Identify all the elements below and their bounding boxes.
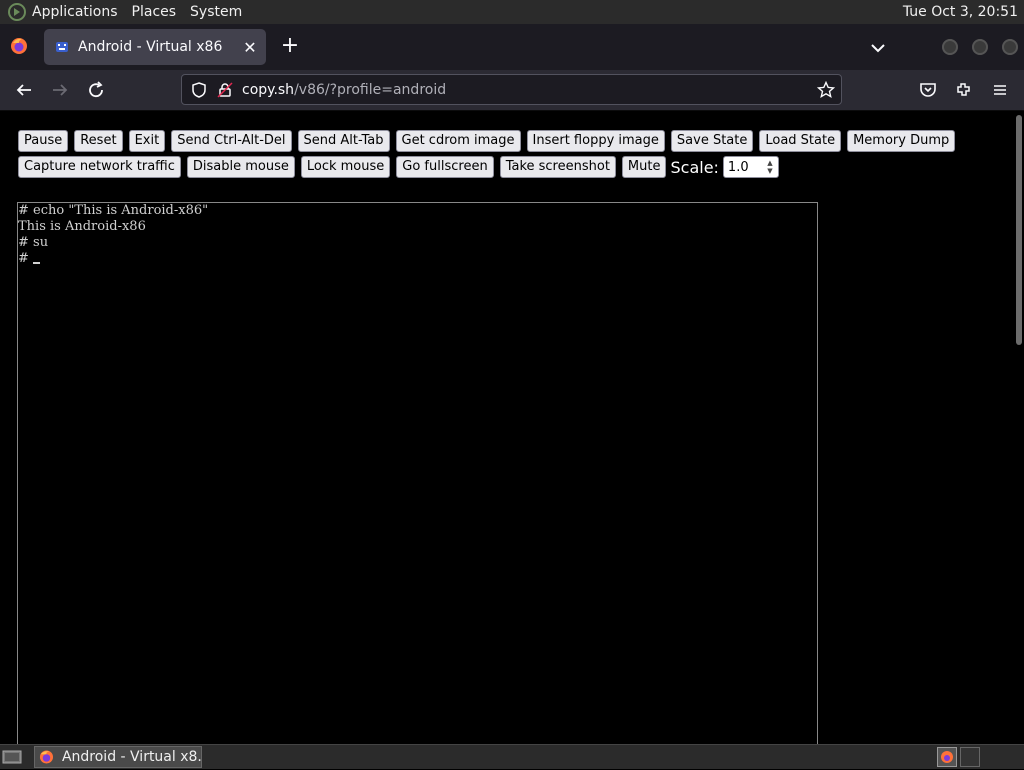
extensions-button[interactable] bbox=[952, 78, 976, 102]
address-bar[interactable]: copy.sh/v86/?profile=android bbox=[181, 74, 842, 105]
distro-logo-icon[interactable] bbox=[8, 3, 26, 21]
bottom-taskbar: Android - Virtual x8... bbox=[0, 744, 1024, 769]
terminal-prompt: # bbox=[18, 251, 34, 266]
terminal-line: # su bbox=[18, 235, 49, 250]
window-maximize-button[interactable] bbox=[972, 39, 988, 55]
emulator-controls: Pause Reset Exit Send Ctrl-Alt-Del Send … bbox=[18, 129, 1008, 181]
capture-network-traffic-button[interactable]: Capture network traffic bbox=[18, 156, 181, 178]
load-state-button[interactable]: Load State bbox=[759, 130, 842, 152]
firefox-mini-icon bbox=[941, 751, 953, 763]
disable-mouse-button[interactable]: Disable mouse bbox=[186, 156, 295, 178]
back-arrow-icon bbox=[16, 84, 31, 96]
window-close-button[interactable] bbox=[1002, 39, 1018, 55]
show-desktop-icon[interactable] bbox=[2, 749, 22, 765]
get-cdrom-image-button[interactable]: Get cdrom image bbox=[395, 130, 521, 152]
list-all-tabs-icon[interactable] bbox=[868, 38, 888, 58]
applications-menu[interactable]: Applications bbox=[32, 4, 118, 20]
save-state-button[interactable]: Save State bbox=[670, 130, 754, 152]
scrollbar-thumb[interactable] bbox=[1016, 115, 1022, 345]
page-scrollbar[interactable] bbox=[1014, 111, 1024, 744]
system-menu[interactable]: System bbox=[190, 4, 242, 20]
memory-dump-button[interactable]: Memory Dump bbox=[847, 130, 956, 152]
take-screenshot-button[interactable]: Take screenshot bbox=[499, 156, 616, 178]
lock-mouse-button[interactable]: Lock mouse bbox=[300, 156, 391, 178]
firefox-icon bbox=[39, 750, 54, 764]
tracking-protection-shield-icon[interactable] bbox=[190, 81, 208, 99]
pause-button[interactable]: Pause bbox=[18, 130, 69, 152]
pocket-button[interactable] bbox=[916, 78, 940, 102]
taskbar-window-button[interactable]: Android - Virtual x8... bbox=[34, 746, 202, 768]
new-tab-button[interactable]: + bbox=[278, 35, 302, 59]
go-fullscreen-button[interactable]: Go fullscreen bbox=[396, 156, 494, 178]
controls-row-1: Pause Reset Exit Send Ctrl-Alt-Del Send … bbox=[18, 129, 1008, 153]
clock[interactable]: Tue Oct 3, 20:51 bbox=[903, 4, 1018, 20]
url-path: /v86/?profile=android bbox=[294, 81, 447, 98]
hamburger-menu-icon bbox=[994, 85, 1006, 95]
reload-button[interactable] bbox=[84, 78, 108, 102]
taskbar-window-label: Android - Virtual x8... bbox=[61, 749, 201, 765]
tab-title: Android - Virtual x86 bbox=[78, 39, 223, 55]
terminal-line: This is Android-x86 bbox=[18, 219, 146, 234]
page-content: Pause Reset Exit Send Ctrl-Alt-Del Send … bbox=[0, 111, 1014, 762]
send-ctrl-alt-del-button[interactable]: Send Ctrl-Alt-Del bbox=[171, 130, 292, 152]
pocket-icon bbox=[920, 83, 936, 97]
scale-value: 1.0 bbox=[727, 159, 749, 175]
terminal-line: # echo "This is Android-x86" bbox=[18, 203, 209, 218]
places-menu[interactable]: Places bbox=[132, 4, 177, 20]
navigation-toolbar: copy.sh/v86/?profile=android bbox=[0, 70, 1024, 111]
scale-input[interactable]: 1.0 ▲ ▼ bbox=[722, 156, 779, 178]
scale-spinner-icon[interactable]: ▲ ▼ bbox=[764, 159, 776, 175]
terminal-prompt-line: # bbox=[18, 251, 817, 267]
reset-button[interactable]: Reset bbox=[74, 130, 123, 152]
forward-button[interactable] bbox=[48, 78, 72, 102]
bookmark-star-icon[interactable] bbox=[817, 81, 835, 99]
url-host: copy.sh bbox=[242, 81, 295, 98]
forward-arrow-icon bbox=[53, 84, 68, 96]
tab-android-virtual-x86[interactable]: Android - Virtual x86 ✕ bbox=[44, 29, 266, 65]
tab-close-icon[interactable]: ✕ bbox=[238, 38, 262, 57]
mute-button[interactable]: Mute bbox=[621, 156, 667, 178]
workspace-1-button[interactable] bbox=[937, 747, 957, 767]
terminal-cursor bbox=[33, 262, 41, 264]
puzzle-piece-icon bbox=[957, 83, 970, 96]
emulator-screen[interactable]: # echo "This is Android-x86" This is And… bbox=[17, 202, 818, 762]
app-menu-button[interactable] bbox=[988, 78, 1012, 102]
controls-row-2: Capture network traffic Disable mouse Lo… bbox=[18, 155, 1008, 179]
back-button[interactable] bbox=[12, 78, 36, 102]
firefox-menu-icon[interactable] bbox=[10, 37, 28, 55]
scale-label: Scale: bbox=[670, 157, 719, 177]
workspace-2-button[interactable] bbox=[960, 747, 980, 767]
system-top-panel: Applications Places System Tue Oct 3, 20… bbox=[0, 0, 1024, 24]
window-minimize-button[interactable] bbox=[942, 39, 958, 55]
browser-tab-strip: Android - Virtual x86 ✕ + bbox=[0, 24, 1024, 70]
v86-favicon-icon bbox=[56, 42, 68, 52]
send-alt-tab-button[interactable]: Send Alt-Tab bbox=[297, 130, 390, 152]
exit-button[interactable]: Exit bbox=[128, 130, 166, 152]
reload-icon bbox=[89, 81, 103, 98]
insecure-lock-icon[interactable] bbox=[216, 81, 234, 99]
insert-floppy-image-button[interactable]: Insert floppy image bbox=[526, 130, 665, 152]
